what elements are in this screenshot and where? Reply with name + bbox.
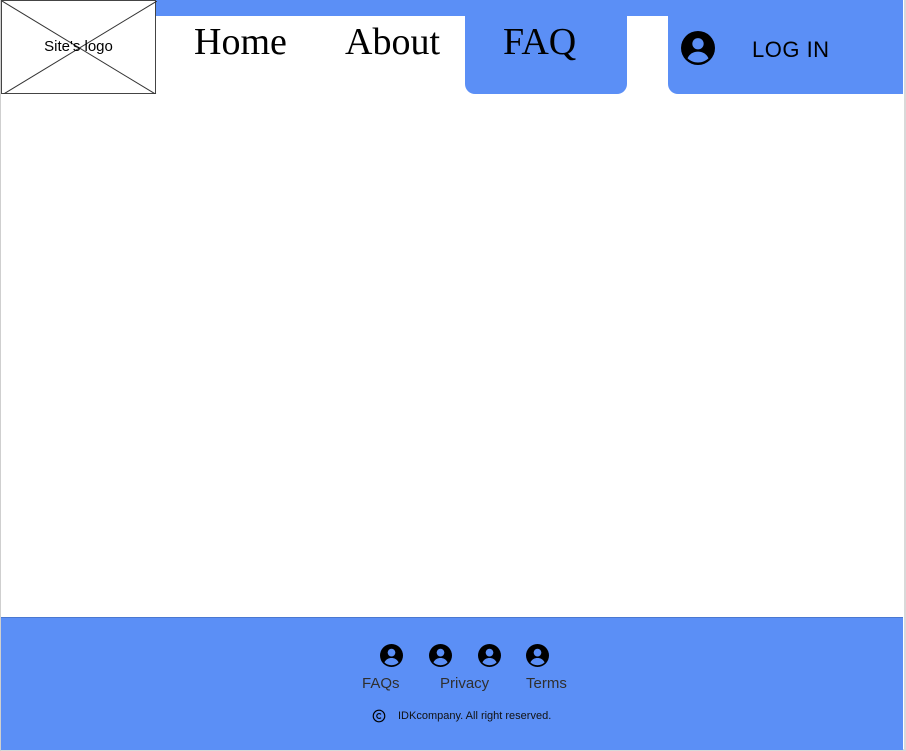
user-circle-icon xyxy=(681,31,715,65)
user-circle-icon[interactable] xyxy=(526,644,549,667)
user-circle-icon[interactable] xyxy=(478,644,501,667)
login-label: LOG IN xyxy=(752,37,830,62)
user-circle-icon[interactable] xyxy=(429,644,452,667)
main-content xyxy=(1,94,903,617)
site-footer: FAQs Privacy Terms IDKcompany. All right… xyxy=(1,617,903,750)
footer-icon-row xyxy=(379,644,579,668)
copyright-text: IDKcompany. All right reserved. xyxy=(398,710,552,722)
footer-privacy-link[interactable]: Privacy xyxy=(440,675,489,692)
user-circle-icon[interactable] xyxy=(380,644,403,667)
nav-home-link[interactable]: Home xyxy=(194,18,287,66)
nav-faq-link[interactable]: FAQ xyxy=(503,18,576,66)
nav-faq-tab[interactable]: FAQ xyxy=(465,0,627,94)
copyright-icon xyxy=(372,709,386,723)
footer-terms-link[interactable]: Terms xyxy=(526,675,567,692)
site-logo[interactable]: Site's logo xyxy=(1,0,157,95)
login-button[interactable]: LOG IN xyxy=(668,0,903,94)
copyright-notice: IDKcompany. All right reserved. xyxy=(372,708,551,724)
logo-text: Site's logo xyxy=(44,38,113,55)
footer-faqs-link[interactable]: FAQs xyxy=(362,675,400,692)
nav-about-link[interactable]: About xyxy=(345,18,440,66)
